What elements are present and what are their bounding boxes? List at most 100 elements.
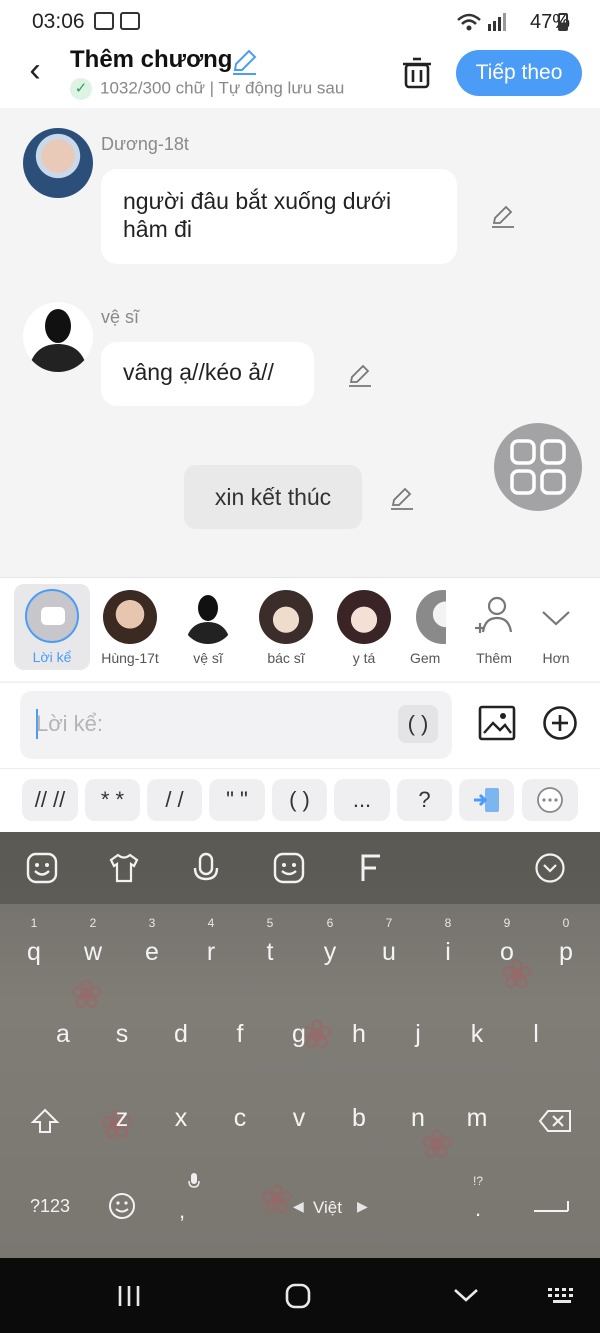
- menu-grid-button[interactable]: [494, 423, 582, 511]
- narration-input[interactable]: Lời kể: ( ): [20, 691, 452, 759]
- key-f[interactable]: f: [218, 1020, 262, 1049]
- add-circle-icon[interactable]: [542, 705, 578, 741]
- narration-bubble[interactable]: xin kết thúc: [184, 465, 362, 529]
- home-icon[interactable]: [284, 1282, 312, 1310]
- key-x[interactable]: x: [159, 1104, 203, 1133]
- character-gem[interactable]: Gem: [406, 586, 446, 666]
- edit-message-icon[interactable]: [389, 485, 415, 511]
- key-p[interactable]: p: [544, 938, 588, 967]
- format-toolbar: // // * * / / " " ( ) ... ?: [0, 768, 600, 832]
- back-hide-keyboard-icon[interactable]: [452, 1286, 480, 1304]
- recent-apps-icon[interactable]: [116, 1284, 142, 1308]
- saved-check-icon: ✓: [70, 78, 92, 100]
- avatar-duong[interactable]: [23, 128, 93, 198]
- character-label: Hùng-17t: [101, 650, 159, 666]
- key-b[interactable]: b: [337, 1104, 381, 1133]
- key-c[interactable]: c: [218, 1104, 262, 1133]
- parentheses-button[interactable]: ( ): [398, 705, 438, 743]
- comma-key[interactable]: ,: [160, 1198, 204, 1224]
- format-double-slash-button[interactable]: // //: [22, 779, 78, 821]
- key-hint: 8: [444, 916, 452, 930]
- key-a[interactable]: a: [41, 1020, 85, 1049]
- emoji-icon[interactable]: [273, 852, 305, 884]
- character-hung[interactable]: Hùng-17t: [94, 586, 166, 666]
- key-m[interactable]: m: [455, 1104, 499, 1133]
- sender-name: Dương-18t: [101, 134, 189, 154]
- trash-icon[interactable]: [400, 56, 434, 90]
- key-hint: 2: [89, 916, 97, 930]
- font-style-icon[interactable]: [355, 852, 387, 884]
- key-q[interactable]: q: [12, 938, 56, 967]
- gallery-notification-icon: [94, 12, 114, 30]
- enter-key-icon[interactable]: [532, 1198, 570, 1214]
- character-narrator[interactable]: Lời kể: [14, 584, 90, 670]
- key-v[interactable]: v: [277, 1104, 321, 1133]
- chevron-down-icon: [542, 611, 570, 626]
- key-hint: 1: [30, 916, 38, 930]
- key-r[interactable]: r: [189, 938, 233, 967]
- key-o[interactable]: o: [485, 938, 529, 967]
- character-bac-si[interactable]: bác sĩ: [250, 586, 322, 666]
- key-hint: 9: [503, 916, 511, 930]
- microphone-icon[interactable]: [190, 852, 222, 884]
- theme-shirt-icon[interactable]: [108, 852, 140, 884]
- character-label: Lời kể: [32, 649, 72, 665]
- on-screen-keyboard: ❀ ❀ ❀ ❀ ❀ ❀ 1 2 3 4 5 6 7 8 9 0 q w e r …: [0, 832, 600, 1258]
- key-l[interactable]: l: [514, 1020, 558, 1049]
- shift-key-icon[interactable]: [30, 1108, 60, 1134]
- key-e[interactable]: e: [130, 938, 174, 967]
- avatar-ve-si[interactable]: [23, 302, 93, 372]
- key-t[interactable]: t: [248, 938, 292, 967]
- key-h[interactable]: h: [337, 1020, 381, 1049]
- keyboard-switch-icon[interactable]: [546, 1286, 578, 1306]
- key-j[interactable]: j: [396, 1020, 440, 1049]
- emoji-sticker-icon[interactable]: [26, 852, 58, 884]
- space-left-arrow-icon: ◀: [293, 1198, 304, 1214]
- grid-icon: [510, 439, 566, 495]
- key-hint: 5: [266, 916, 274, 930]
- format-asterisk-button[interactable]: * *: [85, 779, 140, 821]
- page-title: Thêm chương: [70, 46, 233, 73]
- key-i[interactable]: i: [426, 938, 470, 967]
- character-ve-si[interactable]: vệ sĩ: [172, 586, 244, 666]
- period-key[interactable]: .: [456, 1196, 500, 1222]
- insert-scene-button[interactable]: [459, 779, 514, 821]
- more-format-button[interactable]: [522, 779, 578, 821]
- key-k[interactable]: k: [455, 1020, 499, 1049]
- insert-image-icon[interactable]: [478, 705, 516, 741]
- key-w[interactable]: w: [71, 938, 115, 967]
- message-bubble[interactable]: người đâu bắt xuống dưới hâm đi: [101, 169, 457, 264]
- back-chevron-icon[interactable]: ‹: [20, 53, 50, 90]
- more-characters-button[interactable]: Hơn: [520, 586, 592, 666]
- key-u[interactable]: u: [367, 938, 411, 967]
- key-g[interactable]: g: [277, 1020, 321, 1049]
- space-right-arrow-icon: ▶: [357, 1198, 368, 1214]
- key-d[interactable]: d: [159, 1020, 203, 1049]
- edit-message-icon[interactable]: [490, 203, 516, 229]
- format-slash-button[interactable]: / /: [147, 779, 202, 821]
- word-count-status: ✓ 1032/300 chữ | Tự động lưu sau: [70, 78, 380, 100]
- format-paren-button[interactable]: ( ): [272, 779, 327, 821]
- input-placeholder: Lời kể:: [36, 711, 104, 736]
- key-z[interactable]: z: [100, 1104, 144, 1133]
- key-n[interactable]: n: [396, 1104, 440, 1133]
- key-s[interactable]: s: [100, 1020, 144, 1049]
- next-button[interactable]: Tiếp theo: [456, 50, 582, 96]
- emoji-key-icon[interactable]: [108, 1192, 136, 1220]
- format-ellipsis-button[interactable]: ...: [334, 779, 390, 821]
- space-key-language[interactable]: Việt: [313, 1198, 342, 1218]
- format-question-button[interactable]: ?: [397, 779, 452, 821]
- edit-message-icon[interactable]: [347, 362, 373, 388]
- collapse-keyboard-icon[interactable]: [534, 852, 566, 884]
- edit-title-icon[interactable]: [230, 48, 258, 76]
- mic-hint-icon: [188, 1173, 200, 1188]
- message-bubble[interactable]: vâng ạ//kéo ả//: [101, 342, 314, 406]
- key-hint: !?: [472, 1174, 483, 1188]
- key-y[interactable]: y: [308, 938, 352, 967]
- character-y-ta[interactable]: y tá: [328, 586, 400, 666]
- backspace-key-icon[interactable]: [538, 1109, 572, 1133]
- character-label: Hơn: [542, 650, 570, 666]
- system-navigation-bar: [0, 1258, 600, 1333]
- symbols-key[interactable]: ?123: [30, 1196, 70, 1217]
- format-quote-button[interactable]: " ": [209, 779, 265, 821]
